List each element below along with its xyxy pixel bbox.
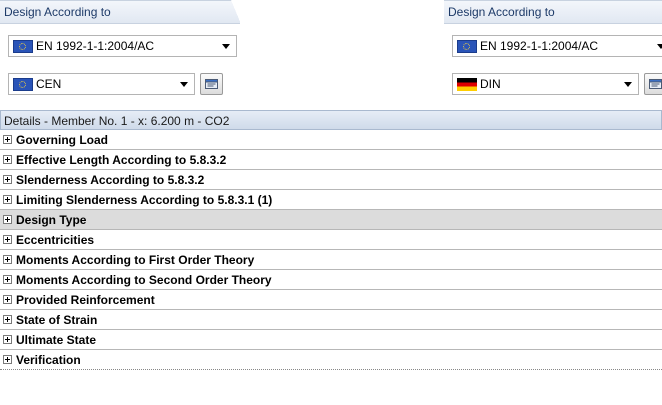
tree-row-label: Effective Length According to 5.8.3.2 xyxy=(16,152,227,167)
tree-row-effective-length[interactable]: Effective Length According to 5.8.3.2 xyxy=(0,150,662,170)
chevron-down-icon[interactable] xyxy=(624,81,632,87)
tree-row-label: Eccentricities xyxy=(16,232,95,247)
tree-row-first-order-moments[interactable]: Moments According to First Order Theory xyxy=(0,250,662,270)
tree-row-second-order-moments[interactable]: Moments According to Second Order Theory xyxy=(0,270,662,290)
chevron-down-icon[interactable] xyxy=(222,43,230,49)
tree-row-label: Governing Load xyxy=(16,132,109,147)
germany-flag-icon xyxy=(457,77,477,91)
tree-row-label: Provided Reinforcement xyxy=(16,292,155,307)
tree-row-design-type[interactable]: Design Type xyxy=(0,210,662,230)
tree-row-label: Limiting Slenderness According to 5.8.3.… xyxy=(16,192,273,207)
tree-row-label: Ultimate State xyxy=(16,332,97,347)
tree-row-label: Verification xyxy=(16,352,81,367)
eu-flag-icon xyxy=(13,39,33,53)
expand-plus-icon[interactable] xyxy=(3,235,12,244)
design-panel-left: Design According to EN 1992-1-1:2004/AC … xyxy=(0,0,241,108)
tree-row-state-of-strain[interactable]: State of Strain xyxy=(0,310,662,330)
tree-row-governing-load[interactable]: Governing Load xyxy=(0,130,662,150)
expand-plus-icon[interactable] xyxy=(3,215,12,224)
edit-annex-button[interactable] xyxy=(644,73,662,95)
details-header: Details - Member No. 1 - x: 6.200 m - CO… xyxy=(0,110,662,130)
chevron-down-icon[interactable] xyxy=(657,43,662,49)
standard-select[interactable]: EN 1992-1-1:2004/AC xyxy=(452,35,662,57)
edit-parameters-icon xyxy=(205,79,218,89)
expand-plus-icon[interactable] xyxy=(3,275,12,284)
tree-row-limiting-slenderness[interactable]: Limiting Slenderness According to 5.8.3.… xyxy=(0,190,662,210)
details-tree: Details - Member No. 1 - x: 6.200 m - CO… xyxy=(0,110,662,405)
standard-select[interactable]: EN 1992-1-1:2004/AC xyxy=(8,35,237,57)
expand-plus-icon[interactable] xyxy=(3,155,12,164)
tree-row-label: Moments According to Second Order Theory xyxy=(16,272,272,287)
expand-plus-icon[interactable] xyxy=(3,335,12,344)
standard-value: EN 1992-1-1:2004/AC xyxy=(480,39,599,53)
expand-plus-icon[interactable] xyxy=(3,135,12,144)
tree-row-label: Slenderness According to 5.8.3.2 xyxy=(16,172,205,187)
expand-plus-icon[interactable] xyxy=(3,355,12,364)
tree-row-eccentricities[interactable]: Eccentricities xyxy=(0,230,662,250)
national-annex-value: DIN xyxy=(480,77,501,91)
national-annex-select[interactable]: CEN xyxy=(8,73,195,95)
edit-annex-button[interactable] xyxy=(200,73,223,95)
eu-flag-icon xyxy=(13,77,33,91)
national-annex-select[interactable]: DIN xyxy=(452,73,639,95)
panel-title: Design According to xyxy=(0,0,241,24)
panel-title: Design According to xyxy=(444,0,662,24)
expand-plus-icon[interactable] xyxy=(3,175,12,184)
design-panel-right: Design According to EN 1992-1-1:2004/AC … xyxy=(444,0,662,108)
chevron-down-icon[interactable] xyxy=(180,81,188,87)
expand-plus-icon[interactable] xyxy=(3,315,12,324)
tree-row-label: State of Strain xyxy=(16,312,98,327)
tree-row-provided-reinforcement[interactable]: Provided Reinforcement xyxy=(0,290,662,310)
edit-parameters-icon xyxy=(649,79,662,89)
eu-flag-icon xyxy=(457,39,477,53)
tree-row-ultimate-state[interactable]: Ultimate State xyxy=(0,330,662,350)
national-annex-value: CEN xyxy=(36,77,62,91)
expand-plus-icon[interactable] xyxy=(3,195,12,204)
standard-value: EN 1992-1-1:2004/AC xyxy=(36,39,155,53)
tree-row-label: Moments According to First Order Theory xyxy=(16,252,255,267)
tree-row-slenderness[interactable]: Slenderness According to 5.8.3.2 xyxy=(0,170,662,190)
expand-plus-icon[interactable] xyxy=(3,295,12,304)
tree-row-label: Design Type xyxy=(16,212,87,227)
expand-plus-icon[interactable] xyxy=(3,255,12,264)
tree-row-verification[interactable]: Verification xyxy=(0,350,662,370)
